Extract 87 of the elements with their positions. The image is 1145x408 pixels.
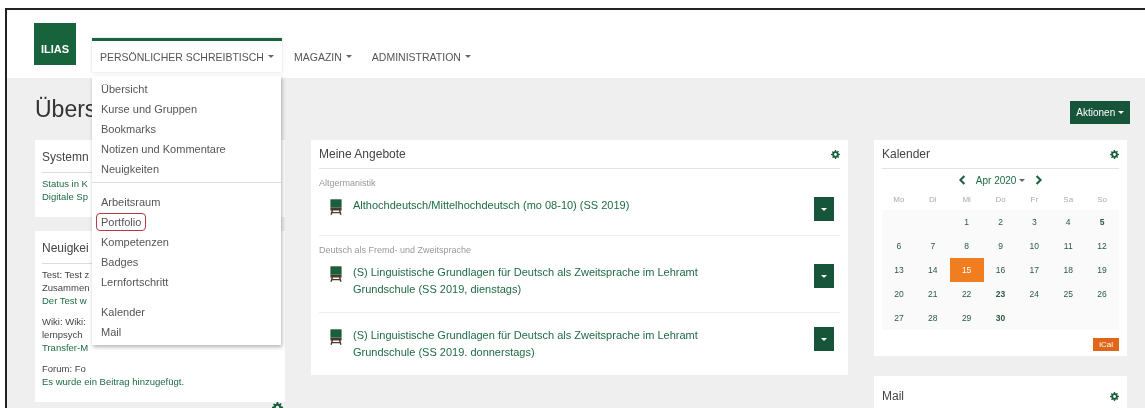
- calendar-day[interactable]: 27: [882, 306, 916, 330]
- calendar-day[interactable]: 19: [1085, 258, 1119, 282]
- calendar-day[interactable]: 5: [1085, 210, 1119, 234]
- calendar-day[interactable]: 24: [1017, 282, 1052, 306]
- menu-item[interactable]: Bookmarks: [96, 120, 162, 138]
- caret-icon: [1118, 111, 1124, 115]
- calendar-day[interactable]: 23: [983, 282, 1018, 306]
- calendar-day[interactable]: 29: [949, 306, 984, 330]
- caret-icon: [1019, 179, 1026, 183]
- actions-button[interactable]: Aktionen: [1070, 100, 1130, 124]
- menu-item[interactable]: Übersicht: [96, 80, 153, 98]
- calendar-day[interactable]: 3: [1017, 210, 1052, 234]
- caret-icon: [267, 55, 274, 58]
- calendar-day[interactable]: 20: [882, 282, 916, 306]
- panel-title: Kalender: [882, 147, 931, 161]
- calendar-day[interactable]: 21: [915, 282, 950, 306]
- course-actions-button[interactable]: [814, 264, 834, 288]
- blackboard-icon: [329, 266, 343, 282]
- news-text: Test: Test z: [42, 268, 90, 281]
- weekday-label: So: [1096, 194, 1108, 206]
- calendar-day[interactable]: 17: [1017, 258, 1052, 282]
- blackboard-icon: [329, 329, 343, 345]
- news-link[interactable]: Transfer-M: [42, 341, 89, 354]
- settings-icon[interactable]: [1110, 149, 1119, 159]
- weekday-label: Sa: [1062, 194, 1075, 206]
- caret-icon: [821, 207, 827, 211]
- nav-menu-item[interactable]: MAGAZIN: [286, 38, 360, 72]
- calendar-day[interactable]: 25: [1051, 282, 1086, 306]
- nav-menu-item[interactable]: PERSÖNLICHER SCHREIBTISCH: [92, 38, 282, 72]
- weekday-label: Mo: [892, 194, 906, 206]
- news-link[interactable]: Status in K: [42, 177, 88, 190]
- weekday-label: Mi: [961, 194, 972, 206]
- calendar-day[interactable]: 11: [1051, 234, 1086, 258]
- course-actions-button[interactable]: [814, 197, 834, 221]
- course-link[interactable]: (S) Linguistische Grundlagen für Deutsch als Zweitsprache im Lehramt Grundschule (SS 2019. donnerstags): [353, 327, 753, 361]
- news-text: lernpsych: [42, 328, 83, 341]
- course-actions-button[interactable]: [814, 327, 834, 351]
- menu-item[interactable]: Arbeitsraum: [96, 193, 166, 211]
- news-text: Forum: Fo: [42, 362, 86, 375]
- caret-icon: [821, 274, 827, 278]
- blackboard-icon: [329, 199, 343, 215]
- news-link[interactable]: Digitale Sp: [42, 190, 88, 203]
- calendar-day[interactable]: 30: [983, 306, 1018, 330]
- caret-icon: [345, 55, 352, 58]
- panel-title: Mail: [882, 389, 904, 403]
- settings-icon[interactable]: [831, 149, 840, 159]
- news-text: Wiki: Wiki:: [42, 315, 86, 328]
- weekday-label: Di: [928, 194, 938, 206]
- calendar-day[interactable]: 8: [949, 234, 984, 258]
- menu-item[interactable]: Lernfortschritt: [96, 273, 174, 291]
- calendar-day[interactable]: 9: [983, 234, 1018, 258]
- course-link[interactable]: Althochdeutsch/Mittelhochdeutsch (mo 08-10) (SS 2019): [353, 197, 753, 214]
- calendar-day[interactable]: 14: [915, 258, 950, 282]
- calendar-day[interactable]: 28: [915, 306, 950, 330]
- news-link[interactable]: Der Test w: [42, 294, 87, 307]
- next-icon[interactable]: [1035, 175, 1044, 185]
- previous-icon[interactable]: [957, 175, 966, 185]
- weekday-label: Fr: [1029, 194, 1040, 206]
- nav-menu-item[interactable]: ADMINISTRATION: [363, 38, 479, 72]
- weekday-label: Do: [994, 194, 1007, 206]
- calendar-day[interactable]: 26: [1085, 282, 1119, 306]
- course-link[interactable]: (S) Linguistische Grundlagen für Deutsch als Zweitsprache im Lehramt Grundschule (SS 2019, dienstags): [353, 264, 753, 298]
- menu-item[interactable]: Kalender: [96, 303, 151, 321]
- news-text: Zusammen: [42, 281, 90, 294]
- calendar-day[interactable]: 7: [915, 234, 950, 258]
- calendar-day[interactable]: 13: [882, 258, 916, 282]
- menu-item[interactable]: Portfolio: [96, 213, 147, 231]
- category-label: Deutsch als Fremd- und Zweitsprache: [319, 244, 473, 257]
- category-label: Altgermanistik: [319, 177, 377, 190]
- news-link[interactable]: Es wurde ein Beitrag hinzugefügt.: [42, 375, 185, 388]
- calendar-day[interactable]: 10: [1017, 234, 1052, 258]
- calendar-day[interactable]: 22: [949, 282, 984, 306]
- calendar-day[interactable]: 4: [1051, 210, 1086, 234]
- calendar-day[interactable]: 2: [983, 210, 1018, 234]
- month-dropdown[interactable]: Apr 2020: [975, 174, 1026, 186]
- menu-item[interactable]: Mail: [96, 323, 127, 341]
- ilias-logo[interactable]: ILIAS: [34, 23, 76, 65]
- caret-icon: [821, 337, 827, 341]
- calendar-day[interactable]: 18: [1051, 258, 1086, 282]
- calendar-day[interactable]: 12: [1085, 234, 1119, 258]
- calendar-day[interactable]: 6: [882, 234, 916, 258]
- panel-title: Meine Angebote: [319, 147, 406, 161]
- calendar-day[interactable]: 16: [983, 258, 1018, 282]
- calendar-day[interactable]: 1: [949, 210, 984, 234]
- menu-item[interactable]: Kurse und Gruppen: [96, 100, 202, 118]
- settings-icon[interactable]: [1110, 391, 1119, 401]
- caret-icon: [464, 55, 471, 58]
